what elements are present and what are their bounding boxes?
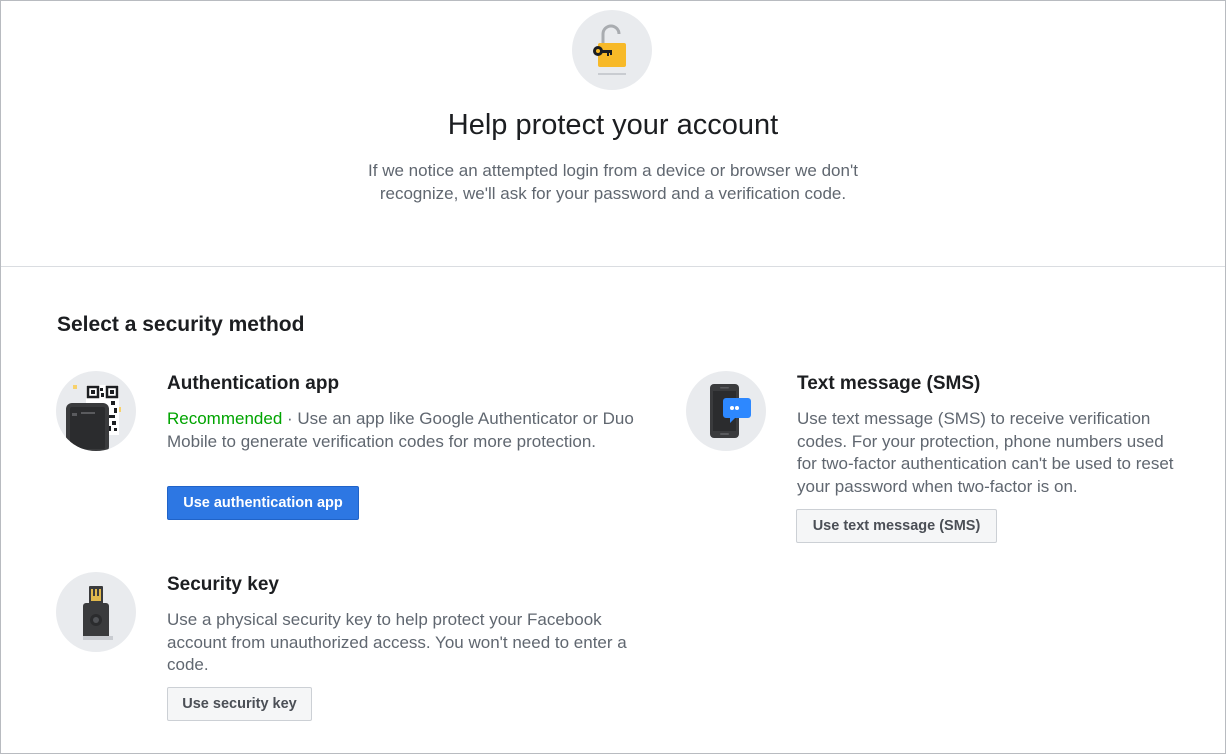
unlocked-padlock-key-icon bbox=[572, 10, 652, 90]
method-title: Security key bbox=[167, 574, 279, 595]
method-description: Use a physical security key to help prot… bbox=[167, 610, 627, 674]
page-title: Help protect your account bbox=[447, 109, 779, 141]
two-factor-setup-panel: Help protect your account If we notice a… bbox=[0, 0, 1226, 754]
hero-section: Help protect your account If we notice a… bbox=[1, 1, 1225, 267]
method-title: Text message (SMS) bbox=[797, 373, 981, 394]
section-title: Select a security method bbox=[57, 313, 305, 336]
method-description: Use text message (SMS) to receive verifi… bbox=[797, 409, 1174, 496]
use-text-message-button[interactable]: Use text message (SMS) bbox=[796, 509, 997, 543]
recommended-label: Recommended bbox=[167, 409, 283, 428]
page-description: If we notice an attempted login from a d… bbox=[368, 161, 858, 203]
phone-chat-bubble-icon bbox=[686, 371, 766, 451]
usb-security-key-icon bbox=[56, 572, 136, 652]
method-title: Authentication app bbox=[167, 373, 340, 394]
phone-qr-code-icon bbox=[56, 371, 136, 451]
use-authentication-app-button[interactable]: Use authentication app bbox=[167, 486, 359, 520]
method-description: Recommended · Use an app like Google Aut… bbox=[167, 408, 637, 453]
use-security-key-button[interactable]: Use security key bbox=[167, 687, 312, 721]
